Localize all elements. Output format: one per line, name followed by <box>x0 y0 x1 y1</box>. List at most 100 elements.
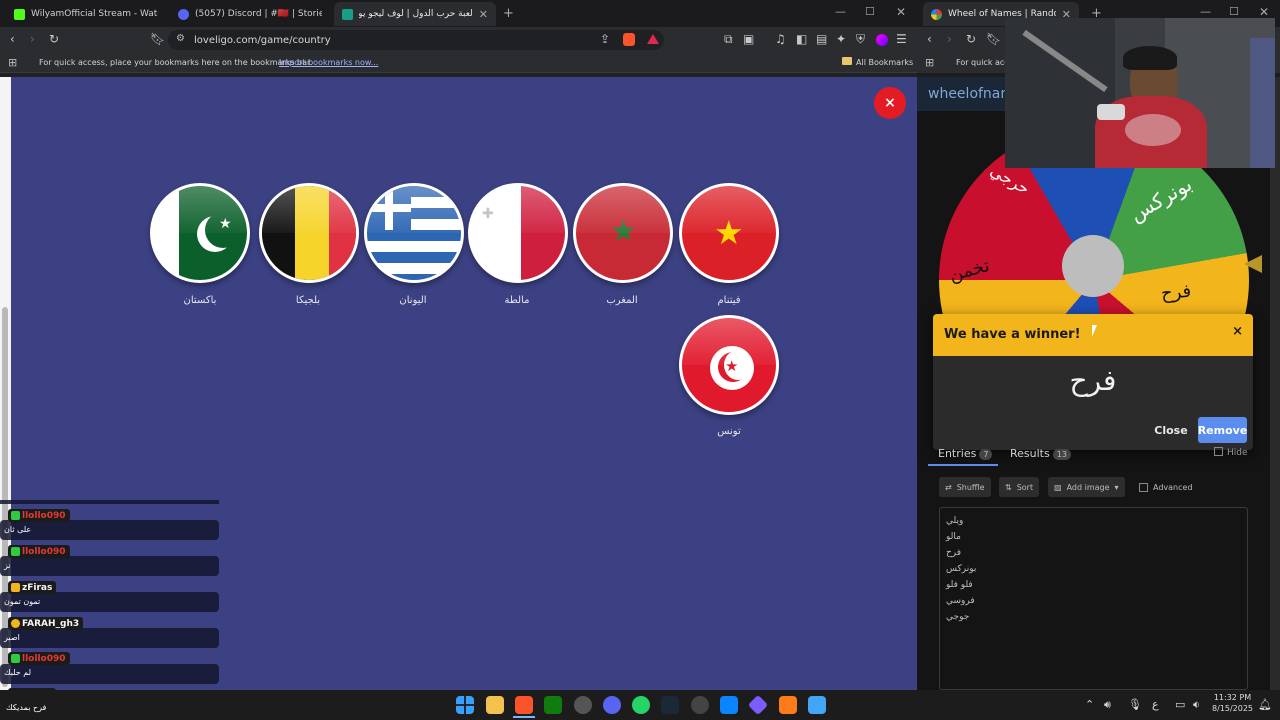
file-explorer-icon[interactable] <box>486 696 504 714</box>
chat-message <box>0 664 219 684</box>
wheel-label: بونركس <box>1125 171 1197 227</box>
left-toolbar: ‹ › ↻ 🔖︎ ⚙ loveligo.com/game/country ⇪ ⧉… <box>0 27 917 53</box>
reload-icon[interactable]: ↻ <box>49 32 59 46</box>
forward-icon[interactable]: › <box>947 32 952 46</box>
close-tab-icon[interactable]: ✕ <box>479 8 488 21</box>
flag-malta[interactable]: ✚ <box>468 183 568 283</box>
wallet-icon[interactable]: ▤ <box>816 32 827 46</box>
steam-icon[interactable] <box>661 696 679 714</box>
whatsapp-icon[interactable] <box>632 696 650 714</box>
back-icon[interactable]: ‹ <box>927 32 932 46</box>
wheel-label: فرح <box>1160 280 1193 305</box>
flag-label-morocco: المغرب <box>606 295 638 306</box>
notification-bell-icon[interactable]: 🔔︎ <box>1258 698 1272 711</box>
media-icon[interactable]: ♫ <box>775 32 786 46</box>
xbox-icon[interactable] <box>544 696 562 714</box>
forward-icon[interactable]: › <box>30 32 35 46</box>
apps-grid-icon[interactable]: ⊞ <box>925 56 934 69</box>
minimize-icon[interactable]: — <box>1200 5 1211 18</box>
import-bookmarks-link[interactable]: Import bookmarks now... <box>279 58 378 67</box>
tab-kick-stream[interactable]: WilyamOfficial Stream - Watch Live o <box>6 2 166 26</box>
entry-line: جوجي <box>946 612 970 622</box>
sort-button[interactable]: ⇅ Sort <box>999 477 1040 497</box>
tray-chevron-up-icon[interactable]: ⌃ <box>1085 698 1094 711</box>
tab-entries[interactable]: Entries 7 <box>938 447 993 460</box>
page-scrollbar[interactable] <box>1270 77 1280 690</box>
tab-loveligo-game[interactable]: لعبة حرب الدول | لوف ليجو يونغر أمـ ✕ <box>334 2 496 26</box>
bookmark-icon[interactable]: 🔖︎ <box>986 32 1001 46</box>
extensions-icon[interactable]: ⧉ <box>724 32 733 47</box>
remove-button[interactable]: Remove <box>1198 417 1247 443</box>
share-icon[interactable]: ⇪ <box>600 32 610 46</box>
back-icon[interactable]: ‹ <box>10 32 15 46</box>
flag-greece[interactable] <box>364 183 464 283</box>
checkbox-icon[interactable] <box>1214 447 1223 456</box>
site-info-icon[interactable]: ⚙ <box>176 33 185 44</box>
discord-icon[interactable] <box>603 696 621 714</box>
menu-icon[interactable]: ☰ <box>896 32 907 46</box>
brave-icon[interactable] <box>515 696 533 714</box>
streamer-hair <box>1123 46 1177 70</box>
chat-message-text: على ثان <box>4 525 32 534</box>
add-image-button[interactable]: ▨ Add image ▾ <box>1048 477 1125 497</box>
entries-textarea[interactable]: ويلي مالو فرح بونركس فلو فلو فروسي جوجي <box>939 507 1248 690</box>
bookmark-icon[interactable]: 🔖︎ <box>150 32 165 46</box>
flag-label-pakistan: باكستان <box>183 295 217 306</box>
app-icon[interactable] <box>779 696 797 714</box>
chat-message <box>0 628 219 648</box>
app-icon[interactable] <box>691 696 709 714</box>
chat-username: FARAH_gh3 <box>8 617 84 630</box>
volume-icon[interactable]: 🔉︎ <box>1193 698 1200 712</box>
maximize-icon[interactable]: ☐ <box>865 5 875 18</box>
apps-grid-icon[interactable]: ⊞ <box>8 56 17 69</box>
shuffle-button[interactable]: ⇄ Shuffle <box>939 477 991 497</box>
speaker-icon[interactable]: 🔊︎ <box>1104 698 1111 712</box>
flag-morocco[interactable]: ★ <box>573 183 673 283</box>
flag-tunisia[interactable]: ★ <box>679 315 779 415</box>
tab-results[interactable]: Results 13 <box>1010 447 1071 460</box>
dialog-close-icon[interactable]: × <box>1232 324 1243 339</box>
checkbox-icon[interactable] <box>1139 482 1148 492</box>
kick-icon <box>14 8 25 20</box>
profile-icon[interactable] <box>876 34 888 46</box>
vpn-icon[interactable]: ⛨ <box>856 32 865 47</box>
chat-message-text: اصبر <box>4 633 20 642</box>
maximize-icon[interactable]: ☐ <box>1229 5 1239 18</box>
flag-label-greece: اليونان <box>399 295 427 306</box>
flag-label-tunisia: تونس <box>717 426 741 437</box>
leo-ai-icon[interactable]: ✦ <box>836 32 846 46</box>
flag-belgium[interactable] <box>259 183 359 283</box>
language-icon[interactable]: ع <box>1152 698 1159 711</box>
screenshot-icon[interactable]: ▣ <box>743 32 754 46</box>
brave-rewards-icon[interactable] <box>647 34 659 44</box>
sidebar-icon[interactable]: ◧ <box>796 32 807 46</box>
entry-line: فروسي <box>946 596 975 606</box>
app-icon[interactable] <box>808 696 826 714</box>
hide-checkbox[interactable]: Hide <box>1214 447 1248 458</box>
tab-discord[interactable]: (5057) Discord | #🇲🇦 | Stories | WM <box>170 2 330 26</box>
close-button[interactable]: Close <box>1149 418 1193 442</box>
address-bar[interactable]: ⚙ loveligo.com/game/country <box>168 30 664 50</box>
entry-line: فرح <box>946 548 962 558</box>
all-bookmarks-button[interactable]: All Bookmarks <box>856 58 913 67</box>
window-close-icon[interactable]: ✕ <box>1259 5 1269 19</box>
flag-pakistan[interactable]: ★ <box>150 183 250 283</box>
game-close-button[interactable]: × <box>874 87 906 119</box>
chevron-down-icon: ▾ <box>1114 482 1119 492</box>
mic-icon[interactable]: 🎙︎ <box>1128 698 1142 711</box>
dialog-title: We have a winner! <box>944 327 1081 342</box>
app-icon[interactable] <box>720 696 738 714</box>
window-close-icon[interactable]: ✕ <box>896 5 906 19</box>
advanced-checkbox[interactable]: Advanced <box>1133 477 1199 497</box>
wheel-center[interactable] <box>1062 235 1124 297</box>
minimize-icon[interactable]: — <box>835 5 846 18</box>
network-icon[interactable]: ▭ <box>1175 698 1185 711</box>
chat-username: llollo090 <box>8 509 70 522</box>
obs-icon[interactable] <box>574 696 592 714</box>
flag-vietnam[interactable]: ★ <box>679 183 779 283</box>
reload-icon[interactable]: ↻ <box>966 32 976 46</box>
clock[interactable]: 11:32 PM 8/15/2025 <box>1212 692 1253 714</box>
site-title[interactable]: wheelofnam <box>928 86 1014 102</box>
brave-shields-icon[interactable] <box>623 33 635 46</box>
new-tab-icon[interactable]: + <box>503 6 514 21</box>
